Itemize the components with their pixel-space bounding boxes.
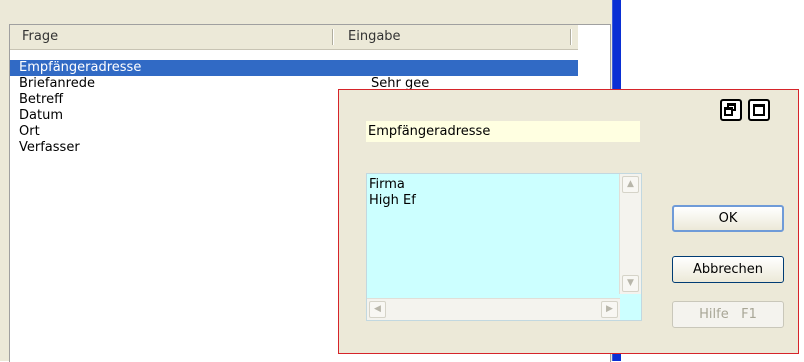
scroll-right-icon[interactable]: ▶ — [601, 301, 618, 318]
scroll-left-icon[interactable]: ◀ — [369, 301, 386, 318]
list-item-frage: Verfasser — [19, 140, 80, 155]
column-separator[interactable] — [570, 29, 572, 45]
question-label: Empfängeradresse — [366, 121, 640, 142]
cancel-button[interactable]: Abbrechen — [672, 256, 784, 283]
scroll-up-icon[interactable]: ▲ — [622, 176, 639, 193]
list-header: Frage Eingabe — [10, 25, 578, 50]
ok-button[interactable]: OK — [672, 205, 784, 232]
scroll-down-icon[interactable]: ▼ — [622, 275, 639, 292]
vertical-scrollbar[interactable]: ▲ ▼ — [619, 174, 641, 294]
list-item-frage: Briefanrede — [19, 76, 95, 91]
horizontal-scrollbar[interactable]: ◀ ▶ — [367, 298, 620, 320]
column-header-frage[interactable]: Frage — [22, 25, 322, 49]
column-header-eingabe[interactable]: Eingabe — [348, 25, 568, 49]
list-item-frage: Empfängeradresse — [19, 60, 142, 75]
help-button[interactable]: Hilfe F1 — [672, 301, 784, 328]
input-dialog: Empfängeradresse Firma High Ef ▲ ▼ ◀ ▶ O… — [338, 89, 799, 354]
maximize-window-icon[interactable] — [748, 99, 770, 121]
list-item-frage: Datum — [19, 108, 63, 123]
list-item-frage: Betreff — [19, 92, 64, 107]
answer-textarea[interactable]: Firma High Ef ▲ ▼ ◀ ▶ — [366, 173, 642, 321]
answer-text[interactable]: Firma High Ef — [369, 177, 416, 209]
restore-window-icon[interactable] — [720, 99, 742, 121]
list-item-frage: Ort — [19, 124, 40, 139]
column-separator[interactable] — [332, 29, 334, 45]
list-item[interactable]: Empfängeradresse — [10, 60, 578, 76]
